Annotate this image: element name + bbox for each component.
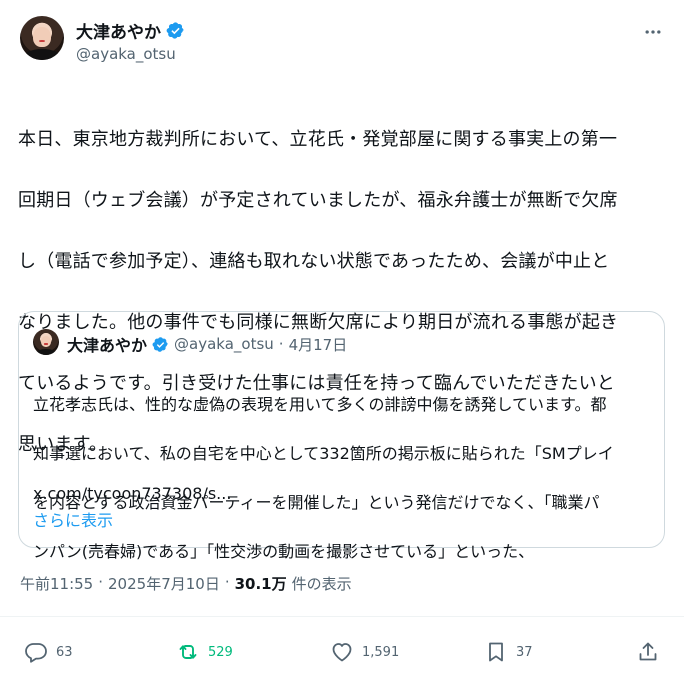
tweet-line: 本日、東京地方裁判所において、立花氏・発覚部屋に関する事実上の第一 [18,128,618,150]
tweet-date[interactable]: 2025年7月10日 [108,573,220,594]
bookmark-icon [484,640,508,664]
more-options-icon[interactable] [643,22,663,42]
share-icon [636,640,660,664]
avatar-face [33,27,51,47]
tweet-time[interactable]: 午前11:55 [20,573,93,594]
avatar-lip [44,343,48,345]
author-name[interactable]: 大津あやか [76,18,161,43]
quoted-line: ンパン(売春婦)である」「性交渉の動画を撮影させている」といった、 [33,541,535,561]
author-name-row[interactable]: 大津あやか [76,18,185,43]
quoted-link[interactable]: x.com/tycoon737308/s... [33,484,231,503]
quoted-line: 知事選において、私の自宅を中心として332箇所の掲示板に貼られた「SMプレイ [33,443,614,463]
quoted-author-name: 大津あやか [67,336,148,355]
view-count-label: 件の表示 [291,575,352,593]
like-count: 1,591 [362,644,400,660]
view-count: 30.1万 [234,575,287,593]
share-button[interactable] [636,640,660,664]
quoted-date: 4月17日 [288,335,348,354]
avatar-shoulder [24,49,60,60]
quoted-author-handle: @ayaka_otsu [174,335,274,353]
heart-icon [330,640,354,664]
avatar-face [40,335,52,348]
tweet-meta: 午前11:55 · 2025年7月10日 · 30.1万 件の表示 [20,573,352,594]
reply-button[interactable]: 63 [24,640,73,664]
repost-icon [176,640,200,664]
author-handle[interactable]: @ayaka_otsu [76,45,176,63]
quoted-text: 立花孝志氏は、性的な虚偽の表現を用いて多くの誹謗中傷を誘発しています。都 知事選… [33,368,658,589]
quoted-separator: · [278,335,284,353]
divider [0,616,684,617]
repost-count: 529 [208,644,233,660]
quoted-line: 立花孝志氏は、性的な虚偽の表現を用いて多くの誹謗中傷を誘発しています。都 [33,394,607,414]
quoted-author-avatar [33,329,59,355]
repost-button[interactable]: 529 [176,640,233,664]
show-more-link[interactable]: さらに表示 [33,507,113,531]
avatar-shoulder [35,348,57,355]
tweet-line: 回期日（ウェブ会議）が予定されていましたが、福永弁護士が無断で欠席 [18,189,618,211]
like-button[interactable]: 1,591 [330,640,399,664]
reply-icon [24,640,48,664]
reply-count: 63 [56,644,73,660]
bookmark-button[interactable]: 37 [484,640,533,664]
verified-badge-icon [152,336,169,353]
author-avatar[interactable] [20,16,64,60]
tweet-line: し（電話で参加予定）、連絡も取れない状態であったため、会議が中止と [18,250,610,272]
verified-badge-icon [166,21,185,40]
meta-separator: · [98,573,104,591]
quoted-header: 大津あやか @ayaka_otsu · 4月17日 [67,332,347,356]
bookmark-count: 37 [516,644,533,660]
meta-separator: · [224,573,230,591]
quoted-tweet-card[interactable]: 大津あやか @ayaka_otsu · 4月17日 立花孝志氏は、性的な虚偽の表… [18,311,665,561]
